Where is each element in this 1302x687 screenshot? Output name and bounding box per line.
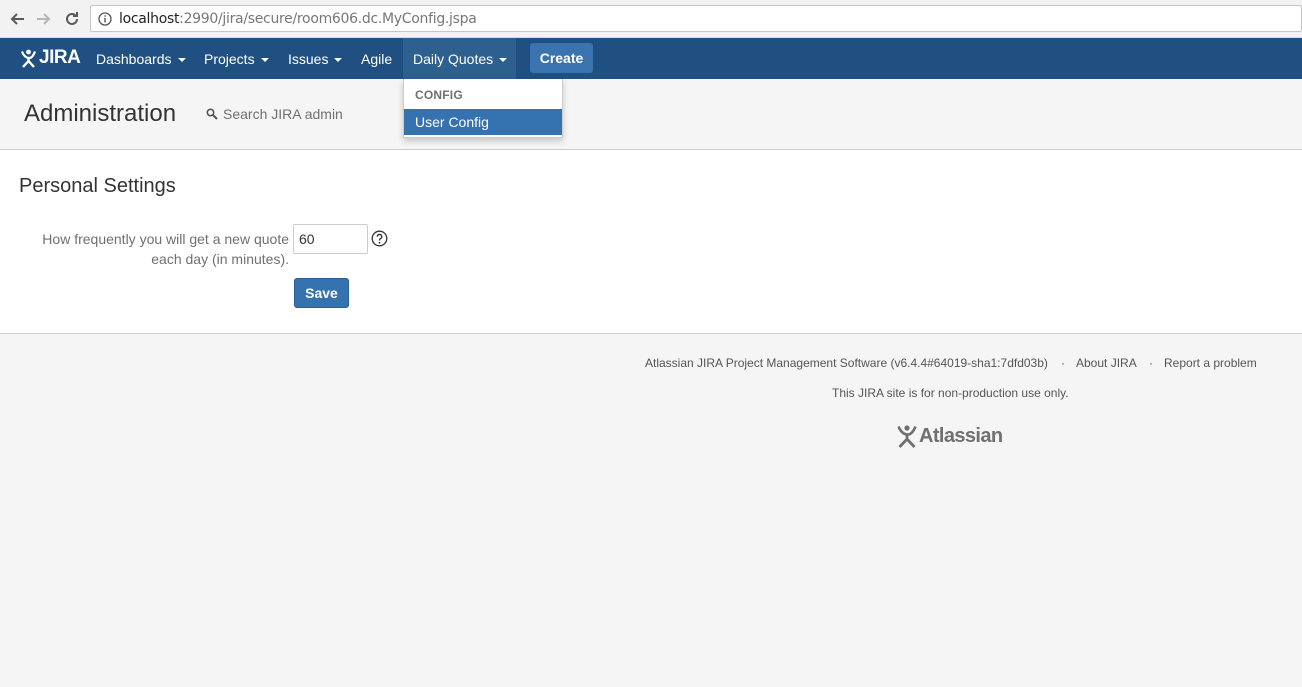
chevron-down-icon [499, 57, 508, 62]
nav-issues-label: Issues [288, 50, 329, 67]
footer-separator: · [1061, 356, 1065, 370]
reload-icon[interactable] [61, 8, 83, 30]
quote-frequency-label: How frequently you will get a new quote … [20, 229, 289, 269]
main-content: Personal Settings How frequently you wil… [0, 150, 1302, 334]
nav-projects-label: Projects [204, 50, 255, 67]
back-arrow-icon[interactable] [6, 8, 28, 30]
nav-issues[interactable]: Issues [288, 38, 343, 79]
admin-search-label: Search JIRA admin [223, 106, 343, 122]
url-path: :2990/jira/secure/room606.dc.MyConfig.js… [179, 11, 477, 27]
nav-daily-quotes-label: Daily Quotes [413, 50, 494, 67]
nav-dashboards[interactable]: Dashboards [96, 38, 186, 79]
footer-version: Atlassian JIRA Project Management Softwa… [645, 356, 1048, 370]
dropdown-heading: CONFIG [415, 88, 463, 102]
app-header: JIRA Dashboards Projects Issues Agile Da… [0, 38, 1302, 79]
report-problem-link[interactable]: Report a problem [1164, 356, 1257, 370]
chevron-down-icon [177, 57, 186, 62]
save-button[interactable]: Save [294, 278, 349, 308]
nav-projects[interactable]: Projects [204, 38, 269, 79]
atlassian-logo[interactable]: Atlassian [896, 424, 1003, 448]
quote-frequency-input[interactable] [293, 224, 368, 254]
footer-note-text: This JIRA site is for non-production use… [832, 386, 1069, 400]
section-title: Personal Settings [19, 175, 176, 197]
field-label-line2: each day (in minutes). [151, 251, 289, 267]
jira-logo[interactable]: JIRA [20, 47, 81, 69]
browser-toolbar: localhost:2990/jira/secure/room606.dc.My… [0, 0, 1302, 38]
nav-dashboards-label: Dashboards [96, 50, 172, 67]
jira-logo-icon [20, 49, 37, 68]
atlassian-logo-text: Atlassian [919, 424, 1003, 447]
daily-quotes-dropdown: CONFIG User Config [403, 79, 563, 138]
logo-text: JIRA [39, 47, 81, 68]
chevron-down-icon [334, 57, 343, 62]
nav-agile[interactable]: Agile [361, 38, 392, 79]
field-label-line1: How frequently you will get a new quote [42, 231, 289, 247]
admin-search[interactable]: Search JIRA admin [206, 106, 343, 122]
search-icon [206, 108, 218, 120]
forward-arrow-icon[interactable] [33, 8, 55, 30]
help-icon[interactable] [371, 230, 388, 247]
url-host: localhost [119, 11, 180, 27]
menu-item-user-config[interactable]: User Config [404, 109, 562, 135]
chevron-down-icon [260, 57, 269, 62]
nav-daily-quotes[interactable]: Daily Quotes [403, 38, 516, 79]
admin-header: Administration Search JIRA admin [0, 79, 1302, 150]
address-bar[interactable]: localhost:2990/jira/secure/room606.dc.My… [90, 5, 1302, 32]
info-icon[interactable] [98, 12, 112, 26]
nav-agile-label: Agile [361, 50, 393, 67]
page-title: Administration [24, 100, 177, 127]
url-text: localhost:2990/jira/secure/room606.dc.My… [119, 11, 477, 27]
about-jira-link[interactable]: About JIRA [1076, 356, 1137, 370]
create-button[interactable]: Create [530, 43, 593, 73]
footer-separator: · [1149, 356, 1153, 370]
atlassian-logo-icon [897, 425, 917, 448]
